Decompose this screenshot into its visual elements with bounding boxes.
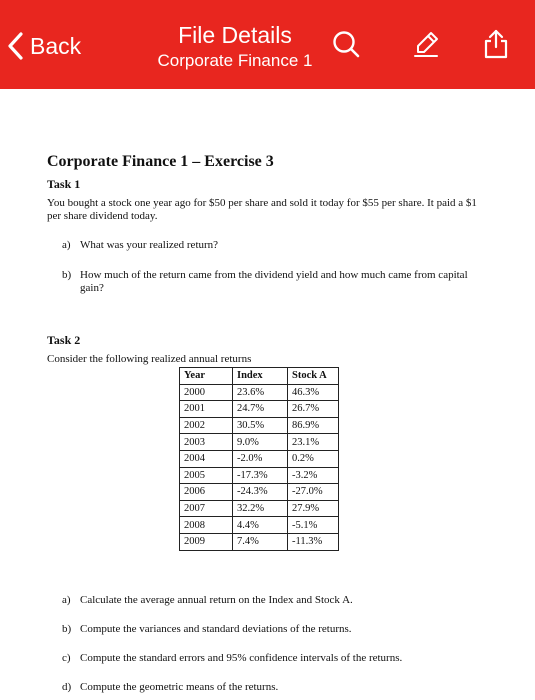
task2-heading: Task 2: [47, 333, 81, 347]
table-cell: 2006: [179, 483, 233, 501]
table-row: 2008 4.4% -5.1%: [179, 516, 339, 534]
question-text: What was your realized return?: [80, 239, 219, 251]
task2-question-d: d) Compute the geometric means of the re…: [62, 681, 482, 694]
search-icon: [331, 29, 361, 64]
table-cell: 4.4%: [232, 516, 288, 534]
question-label: c): [62, 652, 71, 664]
table-cell: 2009: [179, 532, 233, 551]
table-row: 2005 -17.3% -3.2%: [179, 466, 339, 485]
question-text: Compute the standard errors and 95% conf…: [80, 652, 403, 664]
table-cell: 30.5%: [232, 416, 288, 435]
table-cell: -5.1%: [287, 516, 339, 534]
table-cell: 24.7%: [232, 400, 288, 418]
document-page[interactable]: Corporate Finance 1 – Exercise 3 Task 1 …: [0, 89, 535, 700]
table-cell: 2007: [179, 499, 233, 518]
table-cell: 2005: [179, 466, 233, 485]
table-row: 2009 7.4% -11.3%: [179, 532, 339, 551]
column-header-index: Index: [232, 367, 288, 385]
table-cell: 2000: [179, 383, 233, 402]
app-header: Back File Details Corporate Finance 1: [0, 0, 535, 89]
table-cell: 23.1%: [287, 433, 339, 451]
table-cell: 0.2%: [287, 449, 339, 468]
search-button[interactable]: [328, 28, 364, 64]
chevron-left-icon: [8, 32, 24, 60]
header-title-block: File Details Corporate Finance 1: [150, 20, 320, 72]
question-text: Compute the variances and standard devia…: [80, 623, 352, 635]
table-cell: 86.9%: [287, 416, 339, 435]
share-icon: [481, 28, 511, 65]
table-cell: -2.0%: [232, 449, 288, 468]
table-cell: 2004: [179, 449, 233, 468]
task1-heading: Task 1: [47, 177, 81, 191]
table-cell: 27.9%: [287, 499, 339, 518]
table-cell: 2001: [179, 400, 233, 418]
task1-question-b: b) How much of the return came from the …: [62, 269, 482, 295]
question-text: Calculate the average annual return on t…: [80, 594, 353, 606]
table-cell: 9.0%: [232, 433, 288, 451]
table-cell: 2003: [179, 433, 233, 451]
back-label: Back: [30, 32, 82, 59]
question-label: b): [62, 269, 72, 281]
table-cell: -17.3%: [232, 466, 288, 485]
table-cell: -27.0%: [287, 483, 339, 501]
page-subtitle: Corporate Finance 1: [157, 51, 313, 70]
task1-question-a: a) What was your realized return?: [62, 239, 482, 252]
table-cell: 32.2%: [232, 499, 288, 518]
question-label: b): [62, 623, 72, 635]
document-title: Corporate Finance 1 – Exercise 3: [47, 153, 274, 170]
column-header-stock-a: Stock A: [287, 367, 339, 385]
question-label: d): [62, 681, 72, 693]
page-title: File Details: [178, 22, 292, 48]
table-row: 2000 23.6% 46.3%: [179, 383, 339, 402]
table-cell: 2008: [179, 516, 233, 534]
question-text: Compute the geometric means of the retur…: [80, 681, 279, 693]
table-cell: -3.2%: [287, 466, 339, 485]
table-row: 2004 -2.0% 0.2%: [179, 449, 339, 468]
table-header-row: Year Index Stock A: [179, 367, 339, 385]
annotate-button[interactable]: [408, 28, 444, 64]
table-row: 2003 9.0% 23.1%: [179, 433, 339, 451]
task2-question-c: c) Compute the standard errors and 95% c…: [62, 652, 482, 665]
table-cell: 23.6%: [232, 383, 288, 402]
task2-question-a: a) Calculate the average annual return o…: [62, 594, 482, 607]
question-label: a): [62, 239, 71, 251]
table-cell: 26.7%: [287, 400, 339, 418]
table-row: 2007 32.2% 27.9%: [179, 499, 339, 518]
table-row: 2001 24.7% 26.7%: [179, 400, 339, 418]
back-button[interactable]: Back: [8, 28, 81, 64]
task1-text: You bought a stock one year ago for $50 …: [47, 197, 477, 222]
column-header-year: Year: [179, 367, 233, 385]
task2-intro: Consider the following realized annual r…: [47, 353, 252, 365]
question-text: How much of the return came from the div…: [80, 269, 468, 294]
share-button[interactable]: [478, 28, 514, 64]
question-label: a): [62, 594, 71, 606]
pencil-icon: [412, 30, 440, 63]
table-cell: 2002: [179, 416, 233, 435]
table-row: 2006 -24.3% -27.0%: [179, 483, 339, 501]
returns-table: Year Index Stock A 2000 23.6% 46.3% 2001 24…: [179, 367, 339, 551]
table-row: 2002 30.5% 86.9%: [179, 416, 339, 435]
table-cell: -11.3%: [287, 532, 339, 551]
table-cell: -24.3%: [232, 483, 288, 501]
table-cell: 7.4%: [232, 532, 288, 551]
table-cell: 46.3%: [287, 383, 339, 402]
task2-question-b: b) Compute the variances and standard de…: [62, 623, 482, 636]
